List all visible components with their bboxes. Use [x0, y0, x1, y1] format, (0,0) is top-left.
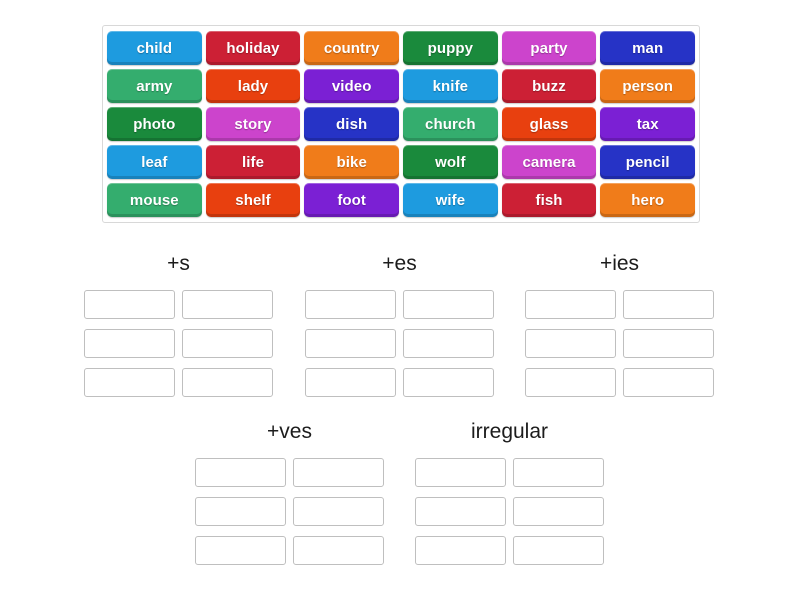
answer-slot-es-0-0[interactable] — [305, 290, 396, 319]
category-group-irregular: irregular — [415, 420, 604, 565]
tile-row: leaf life bike wolf camera pencil — [106, 144, 696, 180]
answer-slot-s-1-0[interactable] — [84, 329, 175, 358]
answer-slot-irregular-0-1[interactable] — [513, 458, 604, 487]
answer-slot-irregular-0-0[interactable] — [415, 458, 506, 487]
category-group-ies: +ies — [525, 252, 714, 397]
word-tile-army[interactable]: army — [107, 69, 202, 103]
word-tile-bike[interactable]: bike — [304, 145, 400, 179]
word-tile-glass[interactable]: glass — [501, 107, 597, 141]
word-tile-camera[interactable]: camera — [501, 145, 597, 179]
answer-slot-row — [195, 497, 384, 526]
word-tile-life[interactable]: life — [205, 145, 301, 179]
category-title-es: +es — [382, 252, 417, 275]
word-tile-knife[interactable]: knife — [403, 69, 498, 103]
category-title-ies: +ies — [599, 252, 640, 275]
answer-slot-row — [84, 329, 273, 358]
category-title-ves: +ves — [267, 420, 312, 443]
answer-slot-ies-0-1[interactable] — [623, 290, 714, 319]
answer-slot-es-1-0[interactable] — [305, 329, 396, 358]
answer-slot-row — [195, 458, 384, 487]
answer-slot-s-1-1[interactable] — [182, 329, 273, 358]
answer-slot-row — [84, 368, 273, 397]
word-tile-holiday[interactable]: holiday — [205, 31, 301, 65]
answer-slot-ies-1-0[interactable] — [525, 329, 616, 358]
word-tile-leaf[interactable]: leaf — [107, 145, 202, 179]
answer-slot-ves-2-1[interactable] — [293, 536, 384, 565]
answer-slot-row — [305, 368, 494, 397]
word-tile-photo[interactable]: photo — [107, 107, 202, 141]
word-tile-foot[interactable]: foot — [304, 183, 400, 217]
category-title-s: +s — [167, 252, 190, 275]
tile-row: army lady video knife buzz person — [106, 68, 696, 104]
answer-slot-ies-2-1[interactable] — [623, 368, 714, 397]
answer-slot-es-2-0[interactable] — [305, 368, 396, 397]
word-tile-wife[interactable]: wife — [403, 183, 498, 217]
tile-row: child holiday country puppy party man — [106, 30, 696, 66]
tile-row: photo story dish church glass tax — [106, 106, 696, 142]
category-group-es: +es — [305, 252, 494, 397]
answer-slot-ves-1-1[interactable] — [293, 497, 384, 526]
category-slots-es — [305, 290, 494, 397]
answer-slot-ies-0-0[interactable] — [525, 290, 616, 319]
answer-slot-ies-2-0[interactable] — [525, 368, 616, 397]
word-tile-child[interactable]: child — [107, 31, 202, 65]
answer-slot-ves-1-0[interactable] — [195, 497, 286, 526]
word-tile-bank: child holiday country puppy party man army lady… — [102, 25, 700, 223]
answer-slot-irregular-1-0[interactable] — [415, 497, 506, 526]
word-tile-video[interactable]: video — [304, 69, 400, 103]
category-title-irregular: irregular — [470, 420, 549, 443]
category-group-s: +s — [84, 252, 273, 397]
answer-slot-row — [195, 536, 384, 565]
answer-slot-s-2-0[interactable] — [84, 368, 175, 397]
word-tile-tax[interactable]: tax — [600, 107, 696, 141]
word-tile-hero[interactable]: hero — [600, 183, 696, 217]
answer-slot-row — [525, 368, 714, 397]
category-group-ves: +ves — [195, 420, 384, 565]
answer-slot-row — [525, 290, 714, 319]
word-tile-party[interactable]: party — [501, 31, 597, 65]
word-tile-man[interactable]: man — [600, 31, 696, 65]
word-tile-fish[interactable]: fish — [501, 183, 597, 217]
tile-row: mouse shelf foot wife fish hero — [106, 182, 696, 218]
answer-slot-es-2-1[interactable] — [403, 368, 494, 397]
answer-slot-s-0-1[interactable] — [182, 290, 273, 319]
answer-slot-ies-1-1[interactable] — [623, 329, 714, 358]
answer-slot-row — [84, 290, 273, 319]
word-tile-wolf[interactable]: wolf — [403, 145, 498, 179]
answer-slot-es-0-1[interactable] — [403, 290, 494, 319]
answer-slot-row — [525, 329, 714, 358]
answer-slot-ves-0-1[interactable] — [293, 458, 384, 487]
answer-slot-s-2-1[interactable] — [182, 368, 273, 397]
word-tile-puppy[interactable]: puppy — [403, 31, 498, 65]
answer-slot-es-1-1[interactable] — [403, 329, 494, 358]
category-slots-irregular — [415, 458, 604, 565]
answer-slot-ves-2-0[interactable] — [195, 536, 286, 565]
word-tile-buzz[interactable]: buzz — [501, 69, 597, 103]
answer-slot-irregular-1-1[interactable] — [513, 497, 604, 526]
word-tile-pencil[interactable]: pencil — [600, 145, 696, 179]
word-tile-mouse[interactable]: mouse — [107, 183, 202, 217]
word-tile-lady[interactable]: lady — [205, 69, 301, 103]
word-tile-story[interactable]: story — [205, 107, 301, 141]
word-tile-shelf[interactable]: shelf — [205, 183, 301, 217]
word-tile-country[interactable]: country — [304, 31, 400, 65]
category-slots-s — [84, 290, 273, 397]
word-tile-church[interactable]: church — [403, 107, 498, 141]
answer-slot-ves-0-0[interactable] — [195, 458, 286, 487]
answer-slot-row — [415, 458, 604, 487]
answer-slot-row — [305, 290, 494, 319]
answer-slot-row — [415, 536, 604, 565]
answer-slot-row — [415, 497, 604, 526]
category-slots-ves — [195, 458, 384, 565]
category-slots-ies — [525, 290, 714, 397]
answer-slot-irregular-2-0[interactable] — [415, 536, 506, 565]
word-tile-dish[interactable]: dish — [304, 107, 400, 141]
word-tile-person[interactable]: person — [600, 69, 696, 103]
answer-slot-irregular-2-1[interactable] — [513, 536, 604, 565]
answer-slot-row — [305, 329, 494, 358]
answer-slot-s-0-0[interactable] — [84, 290, 175, 319]
